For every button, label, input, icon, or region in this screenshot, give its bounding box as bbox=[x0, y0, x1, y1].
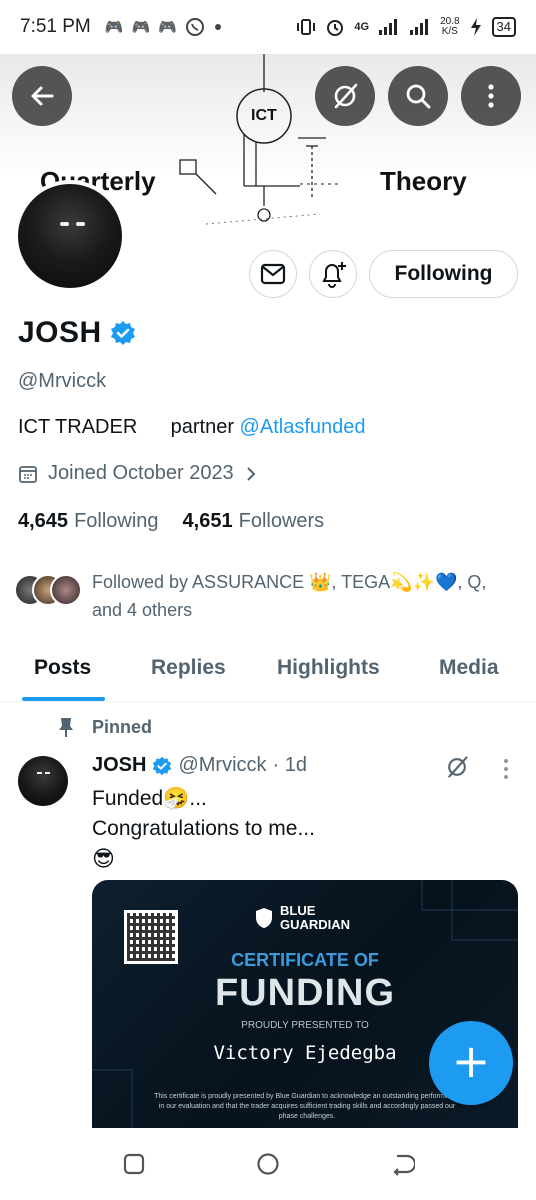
shield-icon bbox=[256, 908, 272, 928]
cert-title-line1: CERTIFICATE OF bbox=[231, 950, 379, 970]
banner-word-right: Theory bbox=[380, 166, 467, 196]
dot-icon bbox=[214, 24, 221, 30]
avatar-eye bbox=[60, 222, 69, 226]
back-arrow-icon bbox=[31, 86, 54, 106]
tab-media[interactable]: Media bbox=[439, 656, 499, 680]
calendar-icon bbox=[19, 465, 37, 483]
tweet-time[interactable]: · 1d bbox=[273, 754, 307, 777]
active-tab-indicator bbox=[22, 697, 105, 701]
tab-replies[interactable]: Replies bbox=[151, 656, 226, 680]
tweet-author-name[interactable]: JOSH bbox=[92, 754, 146, 777]
profile-handle: @Mrvicck bbox=[18, 370, 107, 392]
profile-avatar[interactable] bbox=[14, 180, 126, 292]
tab-highlights[interactable]: Highlights bbox=[277, 656, 380, 680]
envelope-icon bbox=[260, 263, 286, 285]
search-icon bbox=[406, 84, 431, 109]
profile-bio: ICT TRADER partner @Atlasfunded bbox=[18, 416, 365, 439]
tweet-header: JOSH @Mrvicck · 1d bbox=[92, 754, 307, 777]
battery-indicator: 34 bbox=[491, 17, 516, 37]
avatar-eye bbox=[45, 772, 50, 774]
charging-icon bbox=[470, 18, 481, 36]
tweet-author-handle[interactable]: @Mrvicck bbox=[178, 754, 266, 777]
avatar-eye bbox=[76, 222, 85, 226]
status-bar: 7:51 PM 🎮 🎮 🎮 4G 20.8 K/S 34 bbox=[0, 0, 536, 54]
verified-badge-icon bbox=[153, 756, 172, 775]
message-button[interactable] bbox=[249, 250, 297, 298]
network-type: 4G bbox=[354, 21, 370, 33]
followed-by[interactable]: Followed by ASSURANCE 👑, TEGA💫✨💙, Q, and… bbox=[14, 568, 524, 624]
gamepad-icon: 🎮 bbox=[104, 19, 124, 36]
joined-date[interactable]: Joined October 2023 bbox=[18, 462, 258, 485]
whatsapp-icon bbox=[185, 18, 204, 36]
chevron-right-icon bbox=[246, 466, 256, 481]
tweet-more-icon[interactable] bbox=[502, 758, 510, 780]
tweet-avatar[interactable] bbox=[18, 756, 68, 806]
following-count-link[interactable]: 4,645 Following bbox=[18, 510, 159, 533]
pin-icon bbox=[59, 718, 73, 737]
bell-plus-icon bbox=[322, 262, 346, 288]
pinned-label: Pinned bbox=[58, 716, 152, 738]
avatar-eye bbox=[37, 772, 42, 774]
follower-avatar bbox=[50, 574, 82, 606]
following-count: 4,645 bbox=[18, 510, 69, 532]
notify-button[interactable] bbox=[309, 250, 357, 298]
following-label: Following bbox=[74, 510, 159, 532]
tweet-text: Funded🤧... Congratulations to me... 😎 bbox=[92, 784, 315, 874]
more-options-button[interactable] bbox=[461, 66, 521, 126]
back-nav-icon bbox=[393, 1154, 417, 1176]
more-vertical-icon bbox=[488, 84, 494, 108]
recent-apps-icon bbox=[123, 1153, 145, 1175]
status-right: 4G 20.8 K/S 34 bbox=[296, 17, 516, 37]
bio-text: ICT TRADER partner bbox=[18, 416, 240, 438]
grok-button[interactable] bbox=[315, 66, 375, 126]
net-speed: 20.8 K/S bbox=[440, 16, 460, 37]
recent-apps-button[interactable] bbox=[122, 1152, 146, 1181]
followers-count-link[interactable]: 4,651 Followers bbox=[183, 510, 325, 533]
follow-counts: 4,645 Following 4,651 Followers bbox=[18, 510, 324, 533]
name-row: JOSH bbox=[18, 316, 136, 350]
system-nav-bar bbox=[0, 1128, 536, 1200]
status-time: 7:51 PM bbox=[20, 16, 91, 37]
tweet-line: Funded🤧... bbox=[92, 787, 207, 810]
followers-count: 4,651 bbox=[182, 510, 233, 532]
home-circle-icon bbox=[257, 1153, 279, 1175]
back-nav-button[interactable] bbox=[389, 1152, 417, 1181]
followers-label: Followers bbox=[238, 510, 325, 532]
cert-title-line2: FUNDING bbox=[214, 972, 396, 1014]
grok-tweet-icon[interactable] bbox=[444, 754, 470, 780]
back-button[interactable] bbox=[12, 66, 72, 126]
profile-tabs: Posts Replies Highlights Media bbox=[0, 642, 536, 702]
cert-brand: BLUE GUARDIAN bbox=[254, 904, 350, 932]
banner-logo-text: ICT bbox=[251, 107, 277, 124]
followed-by-text: Followed by ASSURANCE 👑, TEGA💫✨💙, Q, and… bbox=[92, 572, 487, 620]
followed-by-avatars bbox=[14, 568, 84, 608]
following-button[interactable]: Following bbox=[369, 250, 518, 298]
display-name: JOSH bbox=[18, 316, 102, 349]
signal-icon bbox=[379, 19, 398, 35]
home-button[interactable] bbox=[256, 1152, 280, 1181]
signal-icon bbox=[410, 19, 429, 35]
joined-text: Joined October 2023 bbox=[48, 462, 234, 484]
cert-fine-print: This certificate is proudly presented by… bbox=[154, 1093, 460, 1120]
bio-mention-link[interactable]: @Atlasfunded bbox=[240, 416, 366, 438]
search-button[interactable] bbox=[388, 66, 448, 126]
gamepad-icon: 🎮 bbox=[131, 19, 151, 36]
grok-icon bbox=[334, 83, 358, 109]
tweet-line: Congratulations to me... bbox=[92, 817, 315, 840]
verified-badge-icon[interactable] bbox=[110, 320, 136, 346]
compose-post-button[interactable]: + bbox=[429, 1021, 513, 1105]
alarm-icon bbox=[327, 20, 344, 36]
vibrate-icon bbox=[297, 19, 316, 35]
notification-icons: 🎮 🎮 🎮 bbox=[105, 17, 223, 37]
gamepad-icon: 🎮 bbox=[158, 19, 177, 36]
tweet-line: 😎 bbox=[92, 846, 115, 871]
tab-posts[interactable]: Posts bbox=[34, 656, 91, 680]
